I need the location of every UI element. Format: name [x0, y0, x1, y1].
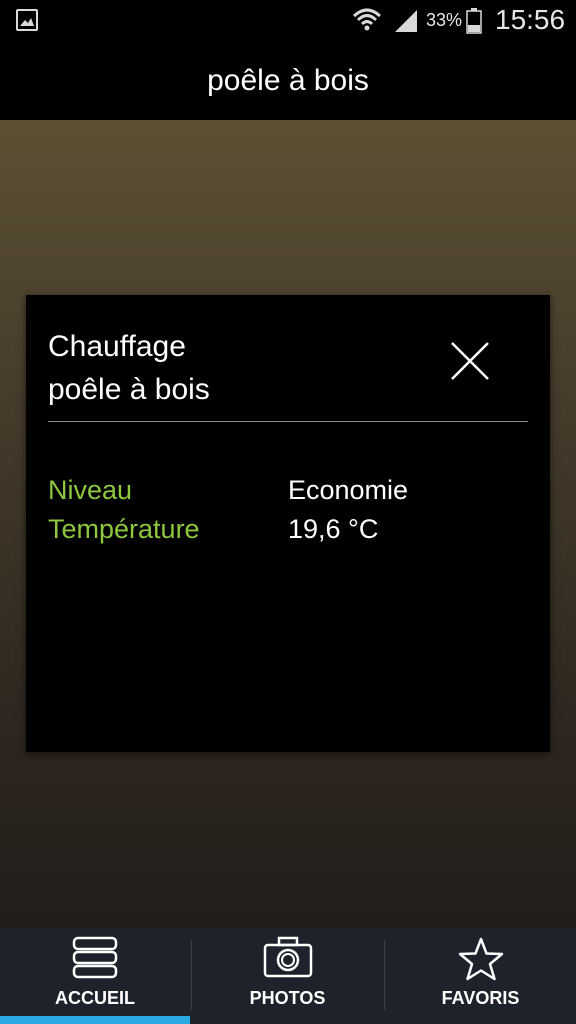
clock: 15:56 — [495, 4, 566, 35]
close-icon — [451, 342, 489, 380]
tab-label: ACCUEIL — [55, 988, 135, 1008]
device-detail-dialog: Chauffage poêle à bois Niveau Economie T… — [26, 295, 550, 752]
home-stack-icon — [72, 936, 118, 979]
battery-percent: 33% — [426, 10, 463, 30]
signal-icon — [395, 10, 417, 32]
camera-icon — [263, 936, 312, 978]
dialog-title: Chauffage poêle à bois — [48, 330, 210, 406]
property-value: 19,6 °C — [288, 514, 379, 544]
star-icon — [458, 937, 503, 981]
tab-label: FAVORIS — [441, 988, 520, 1008]
property-row-level: Niveau Economie — [48, 475, 528, 514]
active-tab-indicator — [0, 1016, 190, 1024]
property-label: Température — [48, 514, 200, 544]
tab-label: PHOTOS — [249, 988, 326, 1008]
gallery-notification-icon — [16, 9, 38, 31]
property-list: Niveau Economie Température 19,6 °C — [48, 475, 528, 553]
tab-favoris[interactable]: FAVORIS — [385, 928, 576, 1024]
page-title: poêle à bois — [207, 64, 369, 97]
close-button[interactable] — [444, 335, 496, 387]
status-bar: 33% 15:56 — [0, 0, 576, 44]
property-row-temperature: Température 19,6 °C — [48, 514, 528, 553]
app-header: poêle à bois — [0, 44, 576, 120]
property-label: Niveau — [48, 475, 133, 505]
battery-icon — [466, 8, 482, 34]
tab-photos[interactable]: PHOTOS — [192, 928, 383, 1024]
wifi-icon — [352, 8, 382, 31]
dialog-divider — [48, 421, 528, 422]
tab-accueil[interactable]: ACCUEIL — [0, 928, 190, 1024]
property-value: Economie — [288, 475, 409, 505]
bottom-nav: ACCUEIL PHOTOS FAVORIS — [0, 928, 576, 1024]
